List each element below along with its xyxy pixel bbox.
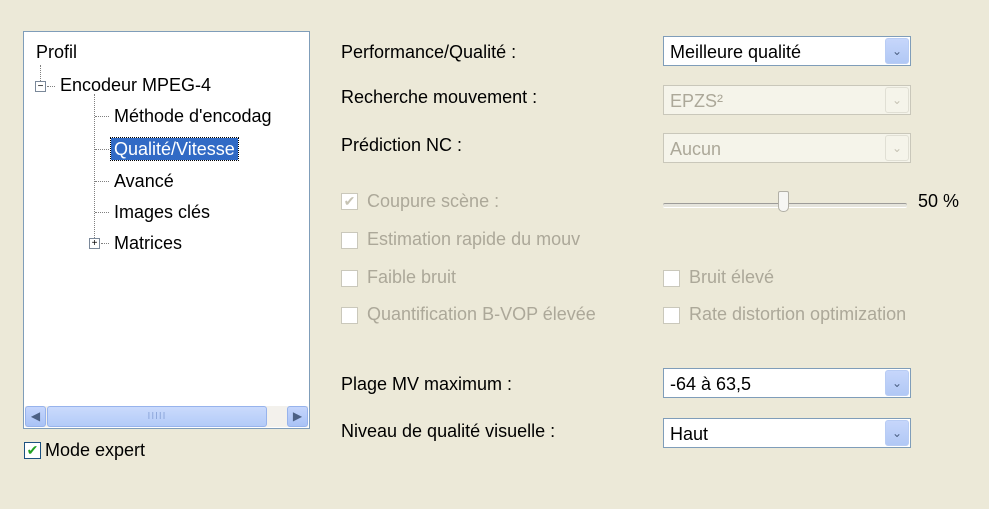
high-noise-checkbox (663, 270, 680, 287)
scroll-right-icon[interactable]: ▶ (287, 406, 308, 427)
collapse-icon[interactable]: − (35, 81, 46, 92)
tree-connector (95, 212, 109, 213)
low-noise-checkbox (341, 270, 358, 287)
chevron-down-icon[interactable]: ⌄ (885, 420, 909, 446)
scene-cut-checkbox: ✔ (341, 193, 358, 210)
tree-connector (95, 116, 109, 117)
mv-range-select[interactable]: -64 à 63,5 ⌄ (663, 368, 911, 398)
check-icon: ✔ (26, 442, 39, 458)
fast-motion-estimation-label: Estimation rapide du mouv (367, 229, 581, 249)
tree-root-label[interactable]: Profil (36, 42, 77, 63)
low-noise-label: Faible bruit (367, 267, 457, 287)
nc-prediction-select: Aucun ⌄ (663, 133, 911, 163)
performance-select[interactable]: Meilleure qualité ⌄ (663, 36, 911, 66)
profile-tree[interactable]: Profil − Encodeur MPEG-4 Méthode d'encod… (23, 31, 310, 429)
bvop-quant-label: Quantification B-VOP élevée (367, 304, 596, 324)
motion-search-select: EPZS² ⌄ (663, 85, 911, 115)
chevron-down-icon: ⌄ (885, 87, 909, 113)
tree-connector (40, 65, 41, 81)
check-icon: ✔ (343, 193, 356, 209)
bvop-quant-checkbox (341, 307, 358, 324)
chevron-down-icon: ⌄ (885, 135, 909, 161)
expert-mode-label: Mode expert (45, 440, 146, 460)
fast-motion-estimation-checkbox (341, 232, 358, 249)
tree-connector (101, 243, 109, 244)
nc-prediction-value: Aucun (670, 139, 722, 159)
high-noise-label: Bruit élevé (689, 267, 775, 287)
rate-distortion-label: Rate distortion optimization (689, 304, 907, 324)
performance-label: Performance/Qualité : (341, 42, 517, 62)
tree-horizontal-scrollbar[interactable]: ◀ IIIII ▶ (25, 406, 308, 427)
visual-quality-select[interactable]: Haut ⌄ (663, 418, 911, 448)
scrollbar-thumb[interactable]: IIIII (47, 406, 267, 427)
visual-quality-label: Niveau de qualité visuelle : (341, 421, 556, 441)
motion-search-value: EPZS² (670, 91, 724, 111)
expert-mode-checkbox[interactable]: ✔ (24, 442, 41, 459)
performance-value: Meilleure qualité (670, 42, 802, 62)
tree-item-encoding-method[interactable]: Méthode d'encodag (114, 105, 272, 127)
tree-item-advanced[interactable]: Avancé (114, 170, 174, 192)
tree-connector (95, 149, 109, 150)
chevron-down-icon[interactable]: ⌄ (885, 370, 909, 396)
chevron-down-icon[interactable]: ⌄ (885, 38, 909, 64)
scene-cut-percent: 50 % (918, 191, 960, 211)
rate-distortion-checkbox (663, 307, 680, 324)
motion-search-label: Recherche mouvement : (341, 87, 538, 107)
nc-prediction-label: Prédiction NC : (341, 135, 463, 155)
scroll-left-icon[interactable]: ◀ (25, 406, 46, 427)
tree-item-matrices[interactable]: Matrices (114, 232, 182, 254)
visual-quality-value: Haut (670, 424, 709, 444)
tree-item-encodeur[interactable]: Encodeur MPEG-4 (60, 74, 211, 96)
tree-item-quality-speed[interactable]: Qualité/Vitesse (110, 137, 239, 161)
tree-connector (47, 86, 55, 87)
tree-item-keyframes[interactable]: Images clés (114, 201, 210, 223)
mv-range-value: -64 à 63,5 (670, 374, 752, 394)
mv-range-label: Plage MV maximum : (341, 374, 513, 394)
expand-icon[interactable]: + (89, 238, 100, 249)
tree-connector (95, 181, 109, 182)
scene-cut-slider-thumb[interactable] (778, 191, 789, 212)
scene-cut-label: Coupure scène : (367, 191, 500, 211)
